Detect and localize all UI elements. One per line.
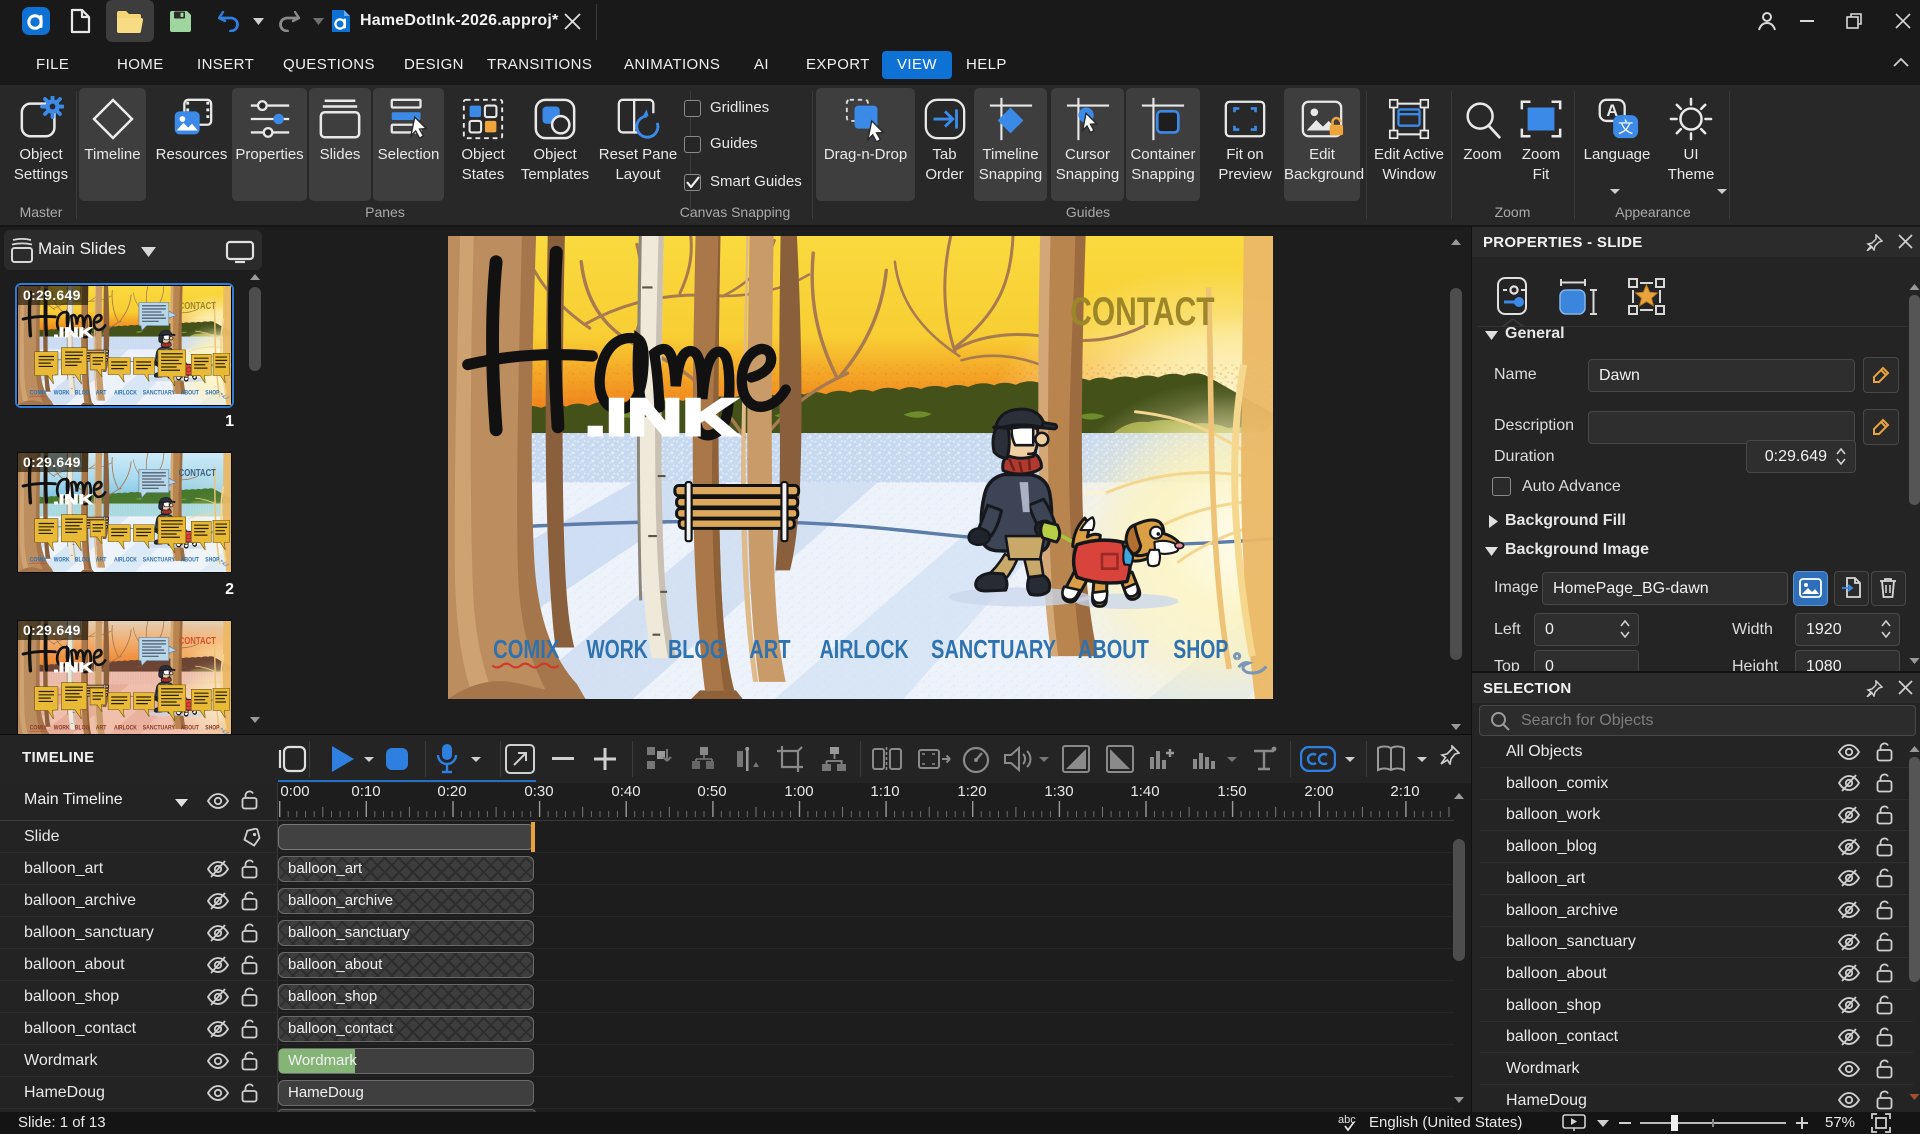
svg-text:2:00: 2:00 — [1304, 785, 1333, 800]
svg-text:0:40: 0:40 — [611, 785, 640, 800]
svg-text:abc: abc — [1338, 1114, 1356, 1126]
svg-text:1:30: 1:30 — [1044, 785, 1073, 800]
svg-text:1:50: 1:50 — [1217, 785, 1246, 800]
svg-text:0:10: 0:10 — [351, 785, 380, 800]
svg-text:1:40: 1:40 — [1130, 785, 1159, 800]
svg-text:0:20: 0:20 — [437, 785, 466, 800]
svg-text:0:30: 0:30 — [524, 785, 553, 800]
svg-text:1:10: 1:10 — [870, 785, 899, 800]
svg-text:0:00: 0:00 — [280, 785, 309, 800]
svg-text:0:50: 0:50 — [697, 785, 726, 800]
svg-text:1:20: 1:20 — [957, 785, 986, 800]
svg-text:2:10: 2:10 — [1390, 785, 1419, 800]
svg-text:1:00: 1:00 — [784, 785, 813, 800]
svg-text:文: 文 — [1618, 119, 1633, 136]
